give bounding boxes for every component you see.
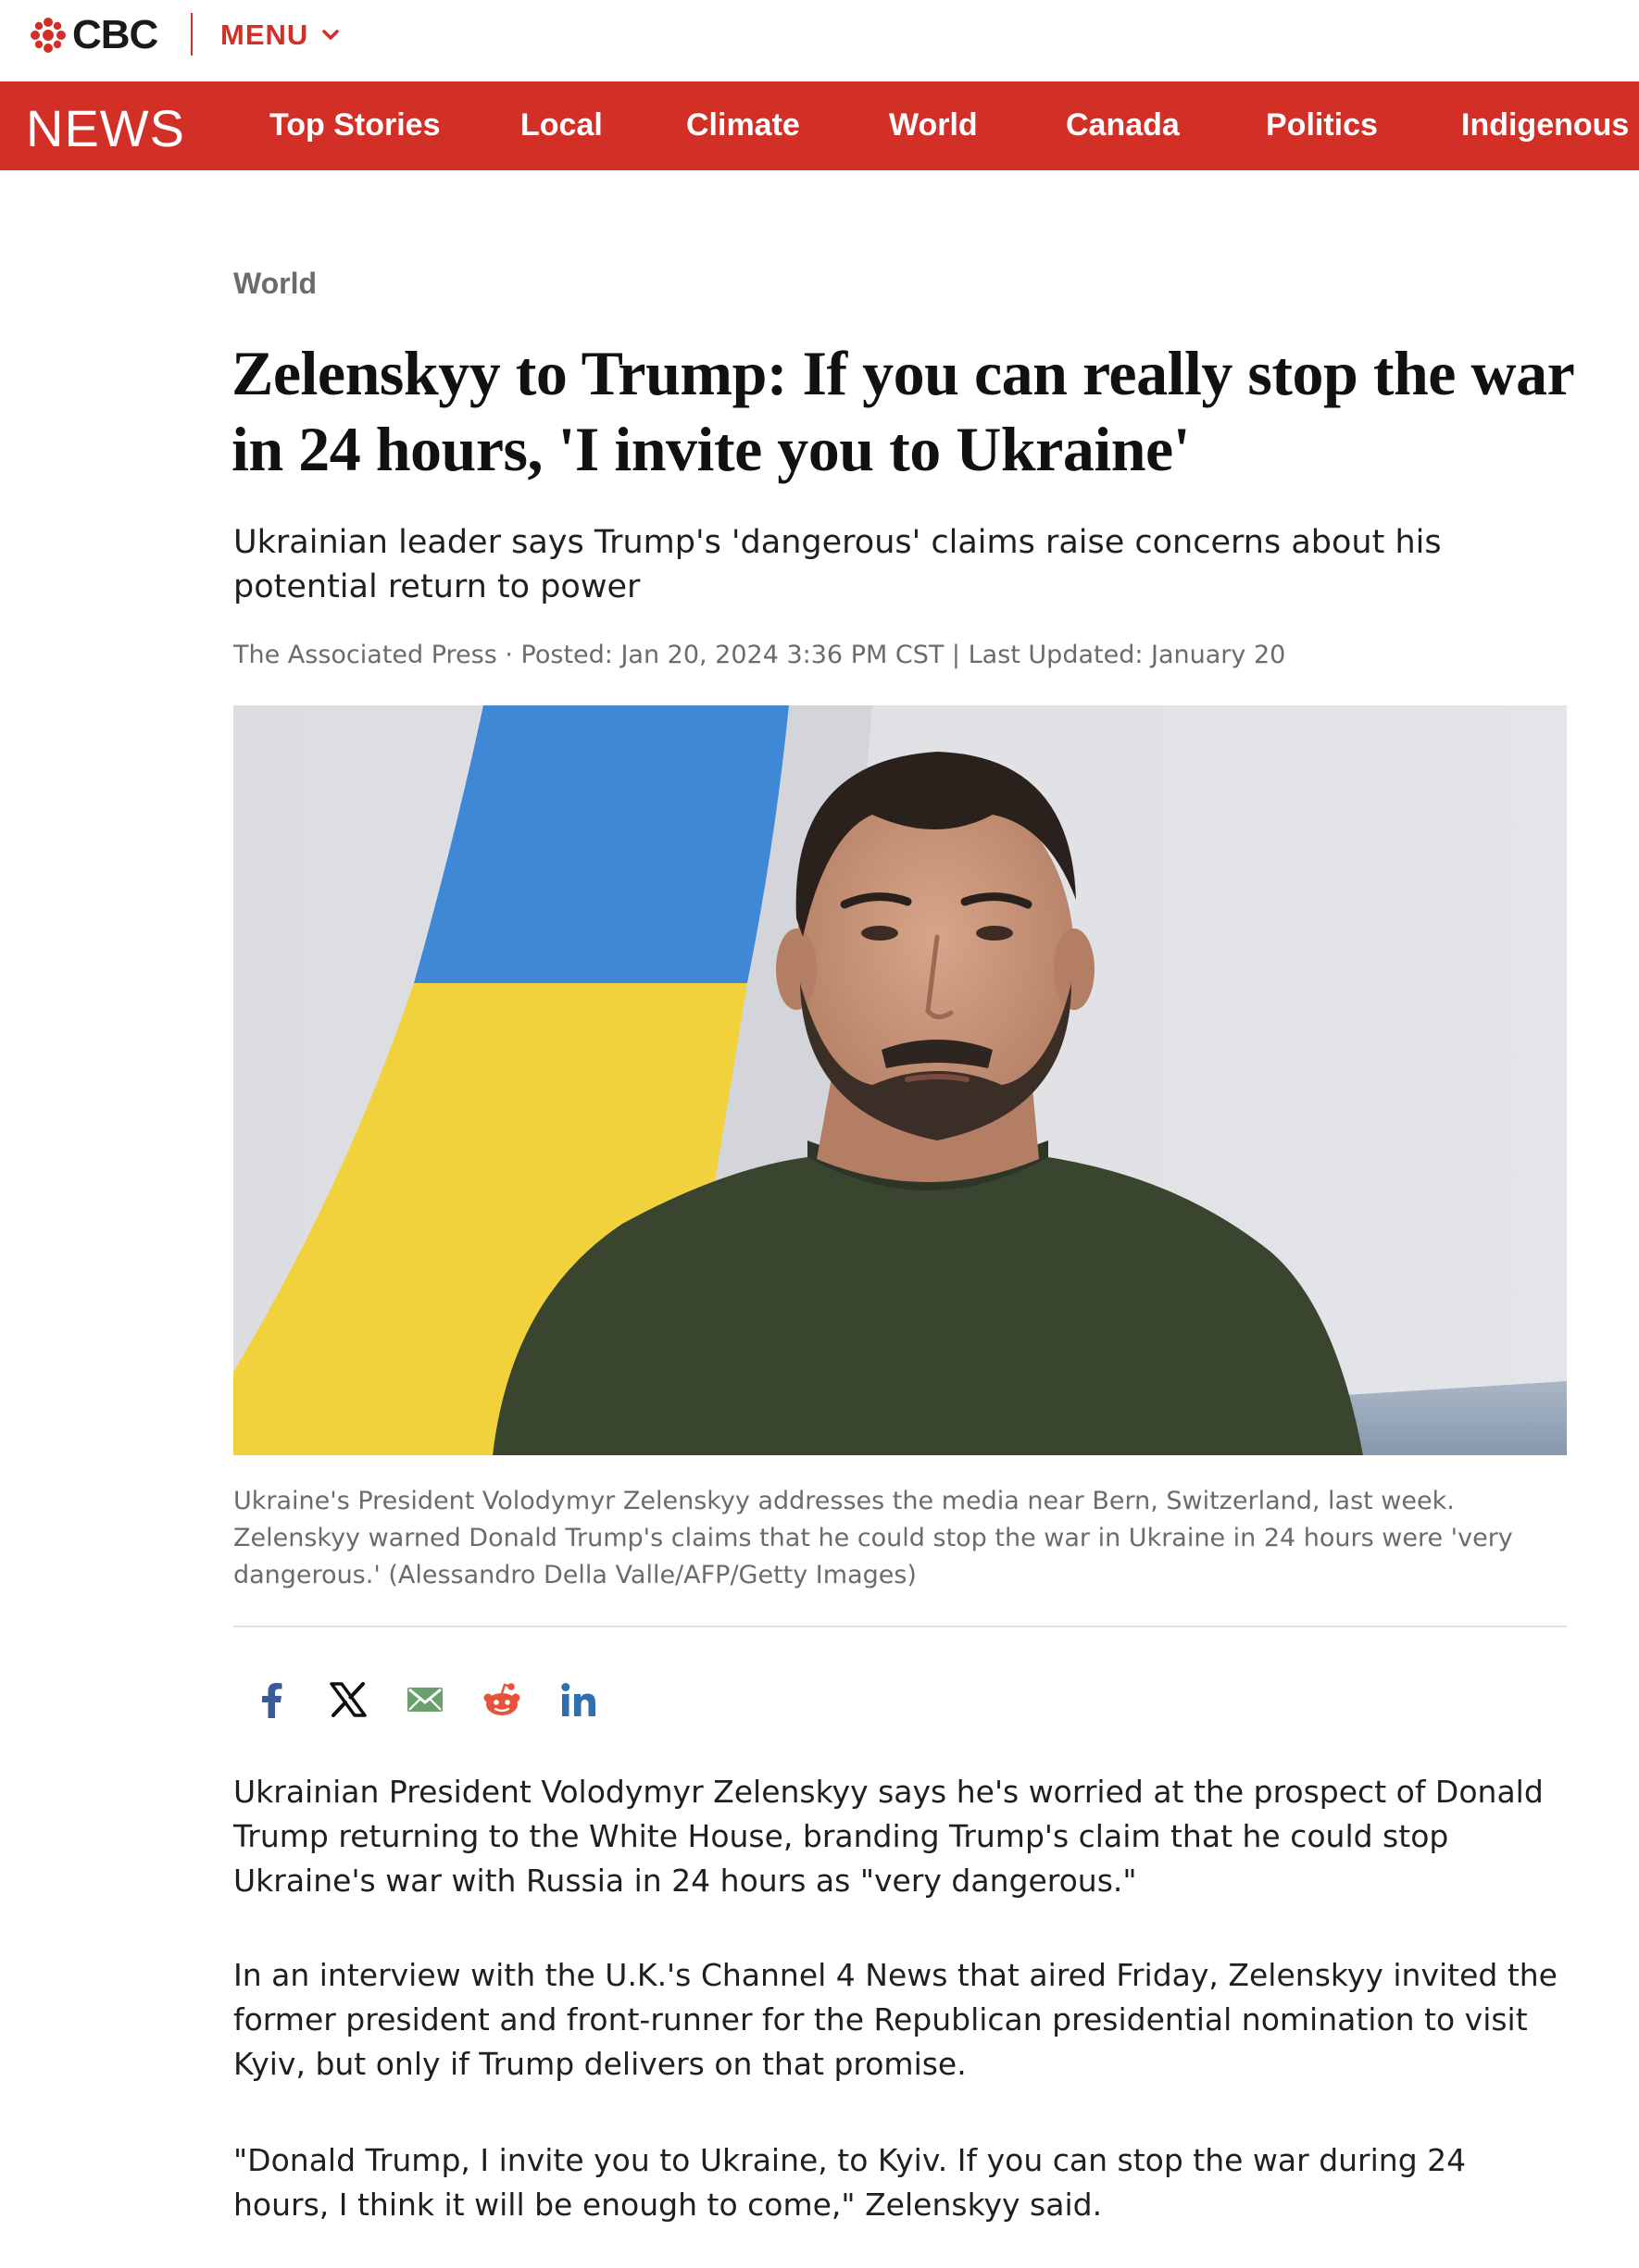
news-section-logo[interactable]: NEWS bbox=[26, 98, 185, 158]
share-reddit-button[interactable] bbox=[481, 1678, 523, 1721]
caption-divider bbox=[233, 1626, 1567, 1627]
article-paragraph-3: "Donald Trump, I invite you to Ukraine, … bbox=[233, 2142, 1467, 2223]
menu-label: MENU bbox=[220, 19, 309, 51]
lead-photo-illustration bbox=[233, 705, 1567, 1455]
nav-item-indigenous[interactable]: Indigenous bbox=[1461, 107, 1629, 143]
share-linkedin-button[interactable] bbox=[557, 1678, 600, 1721]
facebook-icon bbox=[262, 1683, 282, 1718]
nav-item-top-stories[interactable]: Top Stories bbox=[269, 107, 441, 143]
nav-item-canada[interactable]: Canada bbox=[1066, 107, 1180, 143]
chevron-down-icon bbox=[322, 30, 340, 40]
x-icon bbox=[330, 1682, 367, 1717]
cbc-logo[interactable]: CBC bbox=[30, 12, 158, 57]
nav-item-local[interactable]: Local bbox=[520, 107, 603, 143]
article-headline: Zelenskyy to Trump: If you can really st… bbox=[231, 338, 1574, 484]
share-facebook-button[interactable] bbox=[250, 1678, 293, 1721]
email-icon bbox=[407, 1688, 443, 1712]
article-deck: Ukrainian leader says Trump's 'dangerous… bbox=[233, 524, 1442, 605]
nav-item-world[interactable]: World bbox=[889, 107, 978, 143]
image-caption: Ukraine's President Volodymyr Zelenskyy … bbox=[233, 1487, 1513, 1589]
reddit-icon bbox=[483, 1683, 520, 1715]
cbc-gem-icon bbox=[31, 18, 66, 53]
share-x-button[interactable] bbox=[327, 1678, 369, 1721]
top-bar: CBC MENU bbox=[0, 0, 1639, 81]
header-divider bbox=[191, 13, 193, 56]
article-paragraph-2: In an interview with the U.K.'s Channel … bbox=[233, 1957, 1558, 2082]
lead-photo bbox=[233, 705, 1567, 1455]
article-byline: The Associated Press · Posted: Jan 20, 2… bbox=[233, 641, 1286, 669]
linkedin-icon bbox=[561, 1683, 595, 1716]
cbc-logo-text: CBC bbox=[72, 12, 158, 57]
nav-item-politics[interactable]: Politics bbox=[1266, 107, 1378, 143]
article-paragraph-1: Ukrainian President Volodymyr Zelenskyy … bbox=[233, 1774, 1544, 1899]
share-email-button[interactable] bbox=[404, 1678, 446, 1721]
nav-item-climate[interactable]: Climate bbox=[686, 107, 800, 143]
share-bar bbox=[250, 1672, 634, 1727]
menu-button[interactable]: MENU bbox=[220, 15, 340, 56]
article-section-link[interactable]: World bbox=[233, 267, 317, 301]
section-nav: NEWS Top Stories Local Climate World Can… bbox=[0, 81, 1639, 170]
